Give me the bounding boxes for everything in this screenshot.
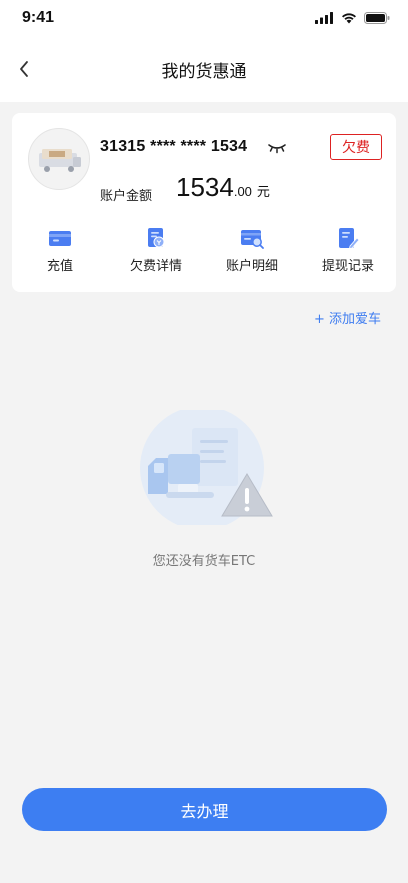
apply-button[interactable]: 去办理 [22, 788, 387, 831]
withdraw-record-label: 提现记录 [321, 259, 374, 274]
recharge-label: 充值 [46, 259, 73, 274]
nav-bar: 我的货惠通 [0, 38, 408, 102]
arrears-detail-action[interactable]: 欠费详情 [108, 226, 204, 276]
account-detail-label: 账户明细 [225, 259, 278, 274]
home-indicator [0, 862, 408, 883]
balance-label: 账户金额 [100, 189, 153, 204]
status-time: 9:41 [22, 9, 55, 26]
withdraw-record-icon [339, 228, 360, 250]
withdraw-record-action[interactable]: 提现记录 [300, 226, 396, 276]
arrears-detail-label: 欠费详情 [129, 259, 182, 274]
account-card: 31315 **** **** 1534 欠费 账户金额 1534 .00 元 … [12, 113, 396, 292]
action-row: 充值 欠费详情 账户明细 提现记录 [12, 226, 396, 276]
signal-icon [315, 12, 333, 24]
balance-unit: 元 [256, 185, 270, 200]
add-car-link[interactable]: + 添加爱车 [314, 308, 381, 327]
balance-value: 1534 .00 元 [176, 172, 270, 203]
card-number: 31315 **** **** 1534 [100, 138, 248, 155]
recharge-card-icon [49, 231, 71, 246]
empty-state-text: 您还没有货车ETC [152, 554, 256, 569]
recharge-action[interactable]: 充值 [12, 226, 108, 276]
eye-closed-icon[interactable] [267, 140, 287, 154]
truck-avatar [28, 128, 90, 190]
arrears-status-badge: 欠费 [330, 134, 382, 160]
status-icons [315, 12, 390, 24]
wifi-icon [342, 13, 356, 24]
page: 9:41 我的货惠通 31315 **** **** 1534 欠费 账户金额 … [0, 0, 408, 883]
empty-truck-illustration-icon [140, 410, 273, 525]
balance-integer: 1534 [176, 172, 234, 202]
balance-decimal: .00 [233, 184, 252, 199]
truck-thumbnail-icon [39, 149, 81, 172]
battery-icon [364, 12, 390, 24]
status-bar: 9:41 [0, 0, 408, 38]
page-title: 我的货惠通 [161, 62, 247, 82]
account-detail-action[interactable]: 账户明细 [204, 226, 300, 276]
arrears-doc-icon [148, 228, 165, 248]
account-detail-icon [241, 230, 264, 249]
